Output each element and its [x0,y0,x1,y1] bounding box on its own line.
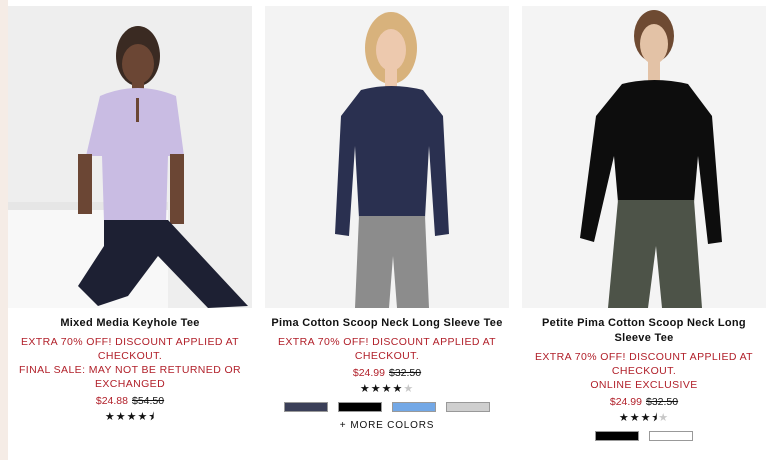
star-full-icon: ★ [104,411,116,423]
price: $24.88 $54.50 [8,394,252,408]
online-exclusive-badge: ONLINE EXCLUSIVE [590,379,698,391]
color-swatch-3[interactable] [392,402,436,412]
color-swatch-2[interactable] [338,402,382,412]
product-photo-petite-scoop-neck-tee [522,6,766,308]
original-price: $32.50 [389,367,422,379]
original-price: $54.50 [132,395,165,407]
promo-text: EXTRA 70% OFF! DISCOUNT APPLIED AT CHECK… [534,351,754,377]
sale-price: $24.99 [352,367,385,379]
price: $24.99 $32.50 [265,366,509,380]
star-full-icon: ★ [629,412,641,424]
product-card-1[interactable]: Mixed Media Keyhole Tee EXTRA 70% OFF! D… [8,6,252,424]
price: $24.99 $32.50 [522,395,766,409]
promo-text: EXTRA 70% OFF! DISCOUNT APPLIED AT CHECK… [277,336,497,362]
star-full-icon: ★ [370,383,382,395]
product-name[interactable]: Petite Pima Cotton Scoop Neck Long Sleev… [522,316,766,346]
rating-stars[interactable]: ★★★⯨★ [522,411,766,425]
star-full-icon: ★ [115,411,127,423]
color-swatch-1[interactable] [284,402,328,412]
color-swatch-1[interactable] [595,431,639,441]
color-swatch-2[interactable] [649,431,693,441]
product-card-3[interactable]: Petite Pima Cotton Scoop Neck Long Sleev… [522,6,766,441]
star-full-icon: ★ [640,412,652,424]
star-full-icon: ★ [392,383,404,395]
color-swatches [265,402,509,412]
product-photo-keyhole-tee [8,6,252,308]
plus-icon: + [339,420,347,431]
star-empty-icon: ★ [403,383,415,395]
final-sale-note: FINAL SALE: MAY NOT BE RETURNED OR EXCHA… [18,364,242,390]
product-photo-scoop-neck-tee [265,6,509,308]
product-image-1[interactable] [8,6,252,308]
original-price: $32.50 [646,396,679,408]
more-colors-link[interactable]: + MORE COLORS [265,420,509,431]
star-full-icon: ★ [618,412,630,424]
product-image-3[interactable] [522,6,766,308]
product-card-2[interactable]: Pima Cotton Scoop Neck Long Sleeve Tee E… [265,6,509,431]
color-swatch-4[interactable] [446,402,490,412]
product-image-2[interactable] [265,6,509,308]
color-swatches [522,431,766,441]
rating-stars[interactable]: ★★★★★ [265,382,509,396]
star-half-icon: ⯨ [148,411,156,423]
star-full-icon: ★ [381,383,393,395]
star-full-icon: ★ [137,411,149,423]
sale-price: $24.99 [609,396,642,408]
star-full-icon: ★ [126,411,138,423]
star-full-icon: ★ [359,383,371,395]
star-empty-icon: ★ [658,412,670,424]
sale-price: $24.88 [95,395,128,407]
more-colors-label: MORE COLORS [350,420,435,431]
promo-text: EXTRA 70% OFF! DISCOUNT APPLIED AT CHECK… [20,336,240,362]
product-name[interactable]: Pima Cotton Scoop Neck Long Sleeve Tee [265,316,509,331]
product-name[interactable]: Mixed Media Keyhole Tee [8,316,252,331]
rating-stars[interactable]: ★★★★⯨ [8,410,252,424]
page-edge-strip [0,0,8,460]
